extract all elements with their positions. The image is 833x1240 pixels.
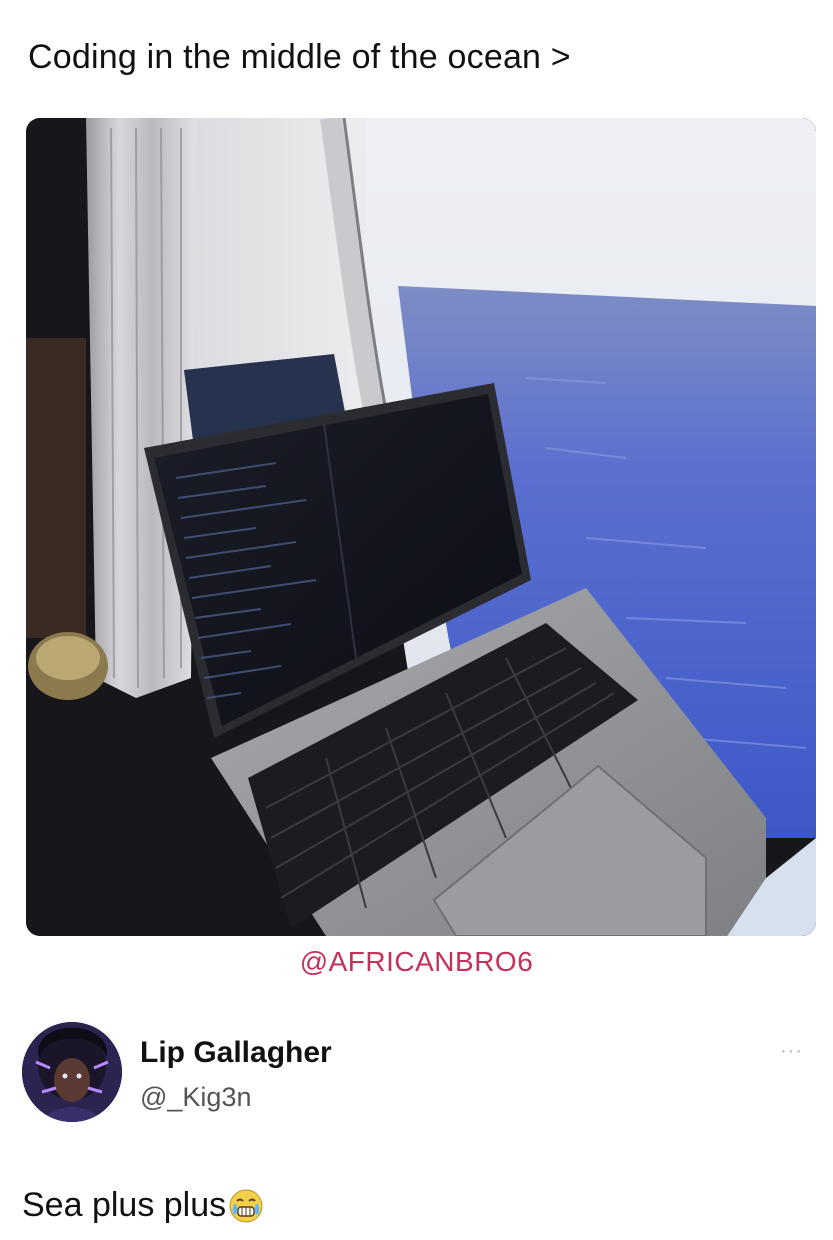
post-title: Coding in the middle of the ocean > bbox=[28, 38, 571, 76]
laptop-by-ocean-window-photo bbox=[26, 118, 816, 936]
post-photo[interactable] bbox=[26, 118, 816, 936]
grimacing-tears-emoji-icon bbox=[228, 1188, 264, 1224]
reply-text: Sea plus plus bbox=[22, 1186, 264, 1225]
avatar-icon[interactable] bbox=[22, 1022, 122, 1122]
more-options-icon[interactable]: ··· bbox=[780, 1040, 803, 1063]
author-handle[interactable]: @_Kig3n bbox=[140, 1082, 251, 1113]
reply-text-content: Sea plus plus bbox=[22, 1186, 227, 1224]
photo-watermark: @AFRICANBRO6 bbox=[299, 946, 534, 977]
author-name[interactable]: Lip Gallagher bbox=[140, 1036, 332, 1070]
